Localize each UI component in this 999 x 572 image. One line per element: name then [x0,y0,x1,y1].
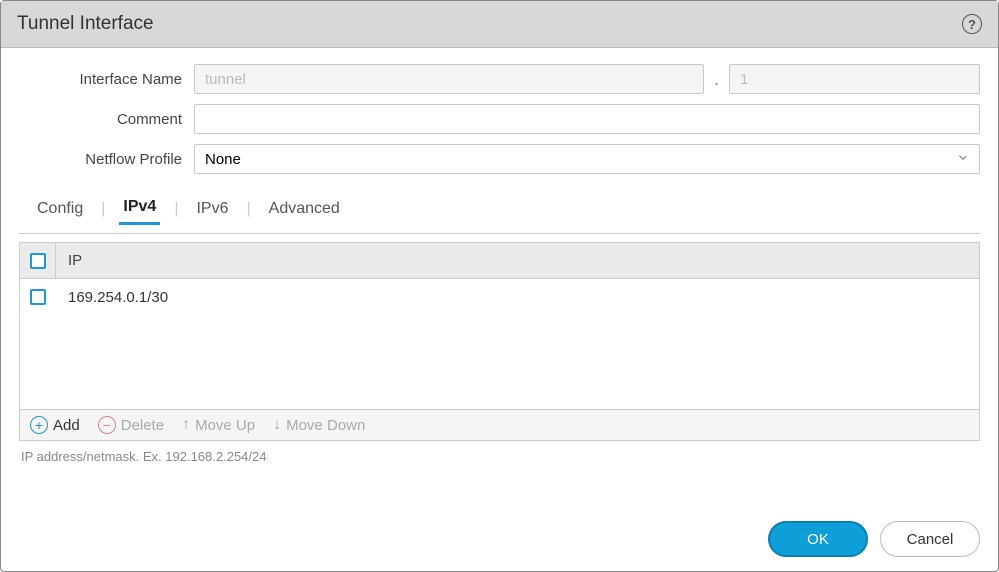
arrow-down-icon: ↓ [273,416,281,434]
hint-text: IP address/netmask. Ex. 192.168.2.254/24 [19,449,980,464]
interface-name-input[interactable] [194,64,704,94]
column-ip: IP [56,252,82,269]
row-netflow: Netflow Profile [19,144,980,174]
label-interface-name: Interface Name [19,71,194,88]
netflow-select[interactable] [194,144,980,174]
table-toolbar: + Add − Delete ↑ Move Up ↓ Move Down [20,409,979,440]
row-checkbox[interactable] [30,289,46,305]
table-body: 169.254.0.1/30 [20,279,979,409]
move-up-button[interactable]: ↑ Move Up [182,416,255,434]
dialog-body: Interface Name . Comment Netflow Profile… [1,48,998,474]
cancel-button[interactable]: Cancel [880,521,980,557]
add-button[interactable]: + Add [30,416,80,434]
tab-ipv6[interactable]: IPv6 [192,194,232,224]
delete-button[interactable]: − Delete [98,416,164,434]
row-interface-name: Interface Name . [19,64,980,94]
move-down-button[interactable]: ↓ Move Down [273,416,365,434]
dialog-title: Tunnel Interface [17,13,154,35]
comment-input[interactable] [194,104,980,134]
interface-unit-input[interactable] [729,64,980,94]
label-comment: Comment [19,111,194,128]
dialog-footer: OK Cancel [768,521,980,557]
label-netflow: Netflow Profile [19,151,194,168]
row-comment: Comment [19,104,980,134]
ok-button[interactable]: OK [768,521,868,557]
tab-advanced[interactable]: Advanced [265,194,344,224]
tab-config[interactable]: Config [33,194,87,224]
select-all-checkbox[interactable] [30,253,46,269]
minus-icon: − [98,416,116,434]
table-header: IP [20,243,979,279]
ip-table: IP 169.254.0.1/30 + Add − Delete ↑ Move … [19,242,980,441]
ip-cell: 169.254.0.1/30 [56,289,168,306]
arrow-up-icon: ↑ [182,416,190,434]
tab-ipv4[interactable]: IPv4 [119,192,160,225]
help-icon[interactable]: ? [962,14,982,34]
dialog-header: Tunnel Interface ? [1,1,998,48]
table-row[interactable]: 169.254.0.1/30 [20,279,979,315]
tab-bar: Config | IPv4 | IPv6 | Advanced [19,192,980,225]
plus-icon: + [30,416,48,434]
interface-separator: . [712,69,721,90]
